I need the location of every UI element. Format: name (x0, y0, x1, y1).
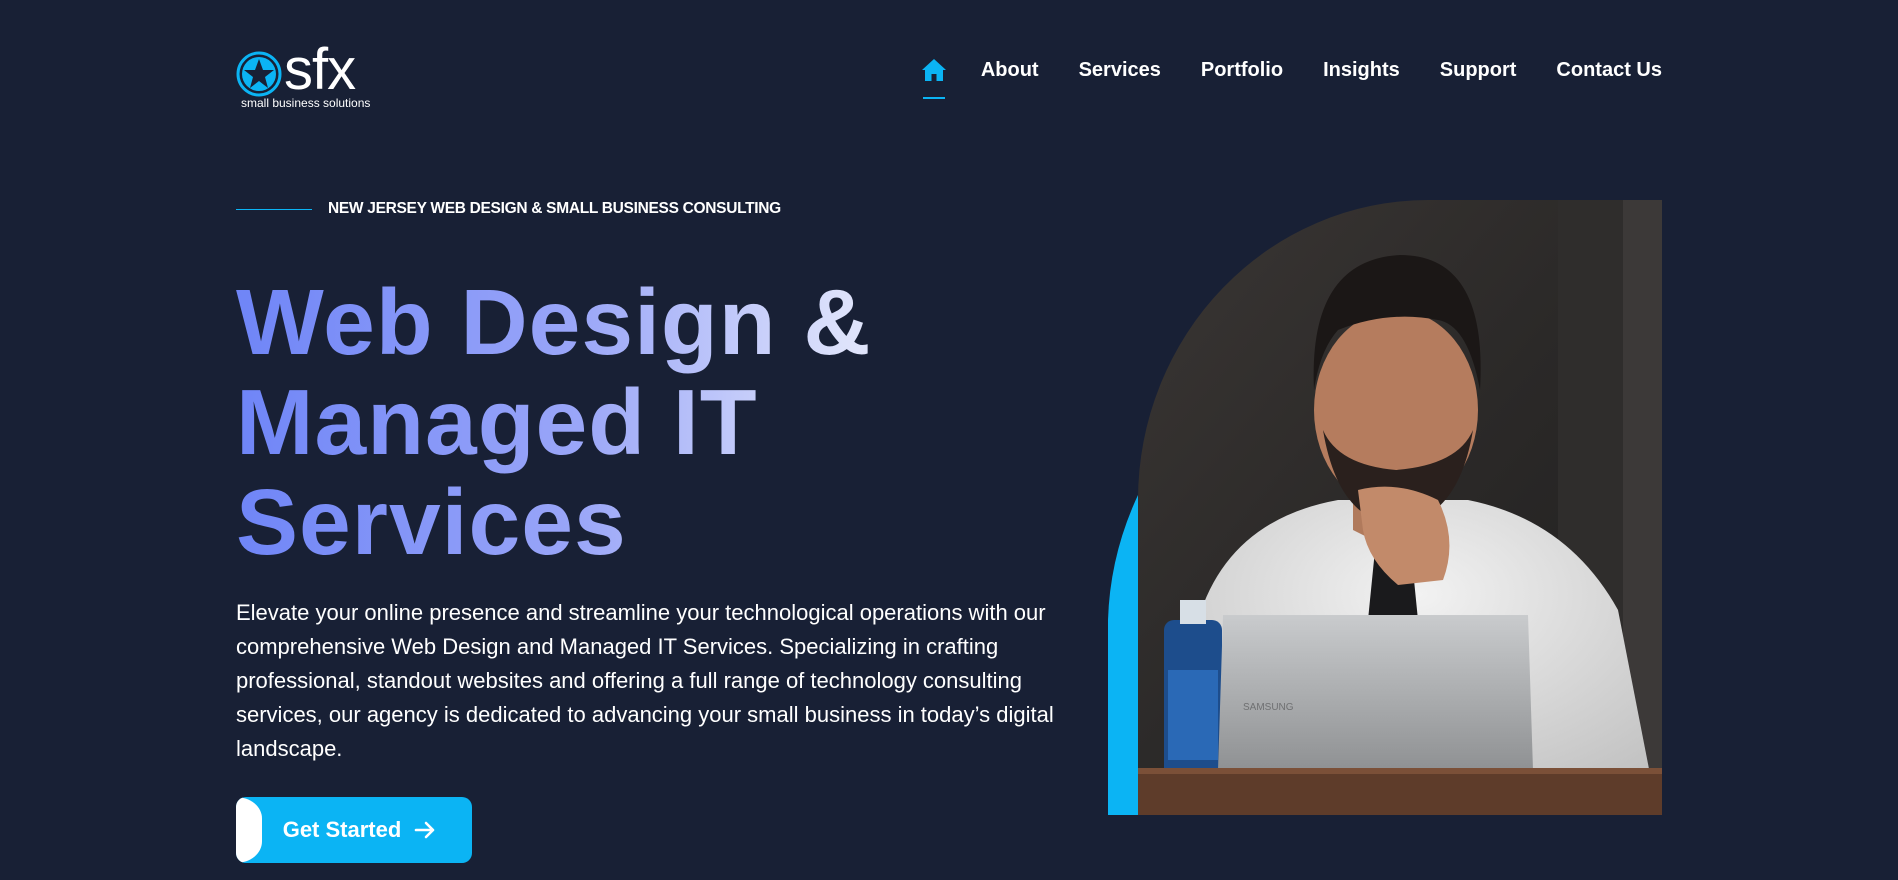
hero-image: SAMSUNG (1108, 200, 1662, 815)
hero-title-line-3: Services (236, 470, 627, 574)
arrow-right-icon (414, 821, 435, 839)
logo-tagline: small business solutions (241, 96, 371, 110)
nav-item-about[interactable]: About (981, 59, 1039, 82)
button-notch (236, 797, 262, 863)
hero-description: Elevate your online presence and streaml… (236, 600, 1054, 761)
nav-home[interactable] (921, 55, 947, 99)
nav-item-contact-us[interactable]: Contact Us (1556, 59, 1662, 82)
hero-eyebrow: NEW JERSEY WEB DESIGN & SMALL BUSINESS C… (236, 200, 781, 218)
get-started-button[interactable]: Get Started (236, 797, 472, 863)
logo[interactable]: sfx small business solutions (236, 40, 370, 114)
main-nav: About Services Portfolio Insights Suppor… (921, 55, 1662, 99)
hero-title-line-2: Managed IT (236, 370, 758, 474)
hero-title: Web Design & Managed IT Services (236, 272, 996, 572)
eyebrow-text: NEW JERSEY WEB DESIGN & SMALL BUSINESS C… (328, 200, 781, 217)
svg-text:SAMSUNG: SAMSUNG (1243, 702, 1294, 713)
nav-item-insights[interactable]: Insights (1323, 59, 1400, 82)
nav-item-services[interactable]: Services (1079, 59, 1161, 82)
logo-wordmark: sfx (284, 37, 356, 102)
home-icon (921, 59, 946, 81)
page: sfx small business solutions About Servi… (0, 0, 1898, 880)
eyebrow-divider (236, 208, 312, 210)
nav-item-support[interactable]: Support (1440, 59, 1517, 82)
nav-item-portfolio[interactable]: Portfolio (1201, 59, 1283, 82)
star-logo-icon (236, 51, 282, 97)
get-started-label: Get Started (282, 817, 402, 842)
hero-title-line-1: Web Design & (236, 270, 872, 374)
